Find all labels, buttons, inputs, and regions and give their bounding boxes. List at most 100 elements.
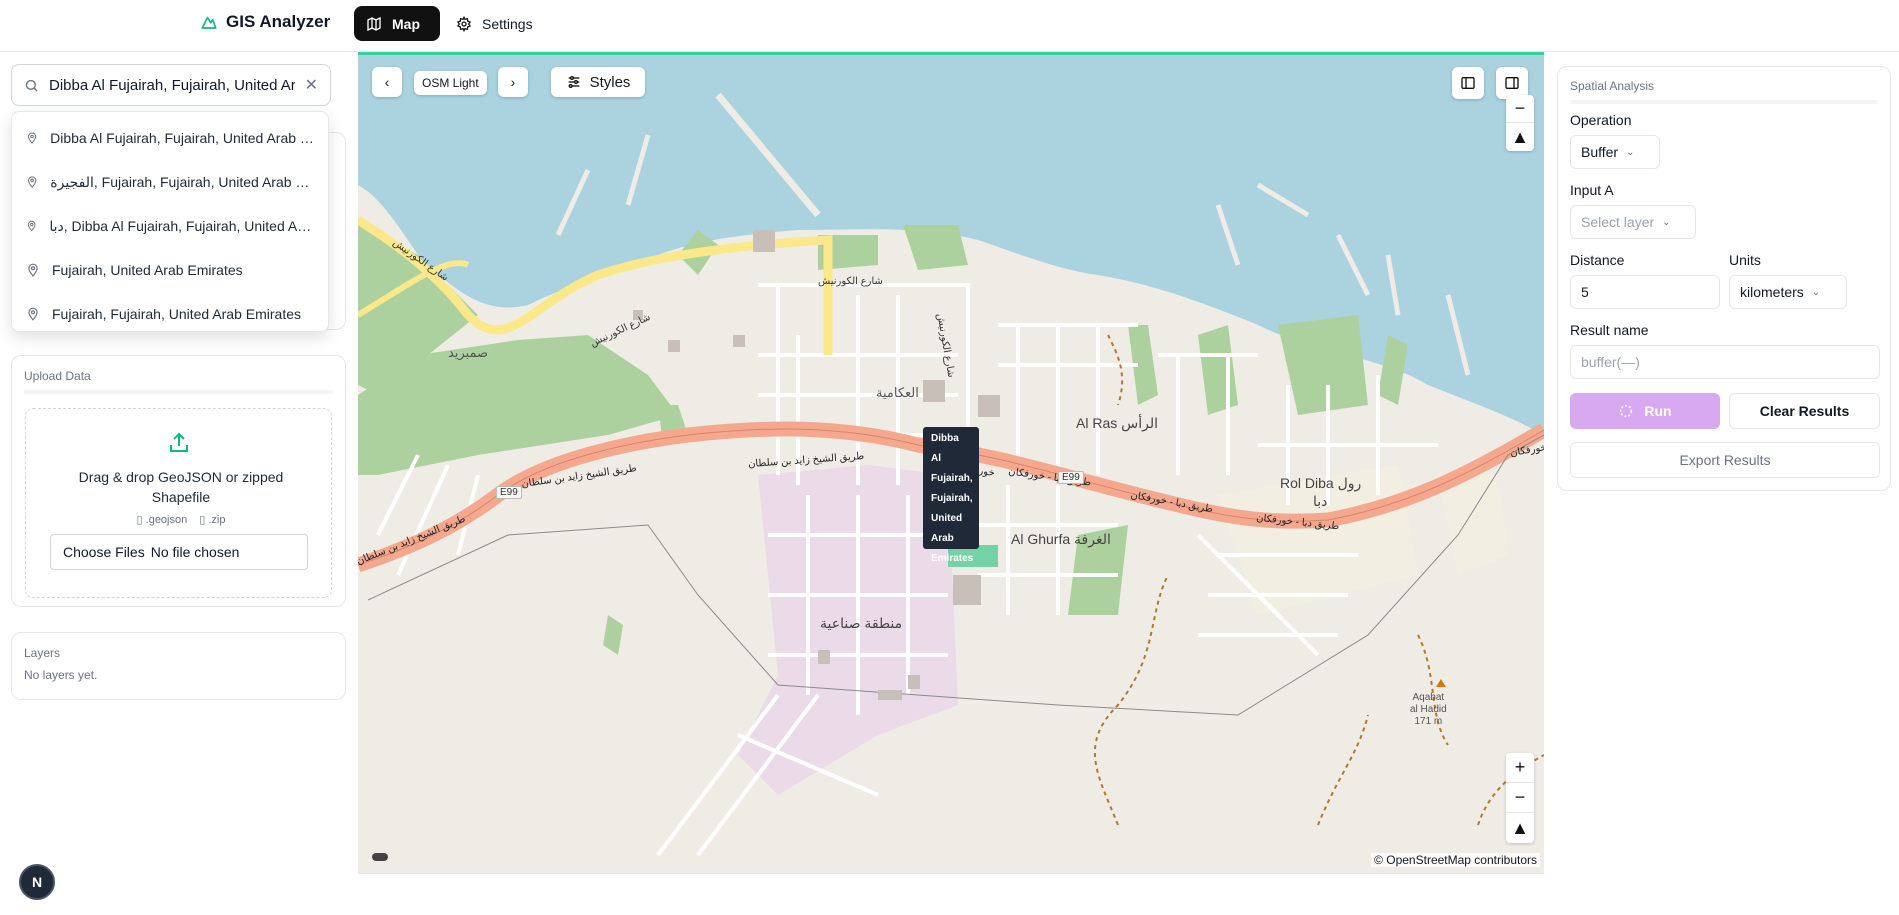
nav-settings-button[interactable]: Settings	[444, 6, 552, 41]
nav-map-label: Map	[392, 15, 420, 32]
peak-label: Aqabat al Hadid 171 m	[1410, 692, 1447, 727]
format-geojson: ▯ .geojson	[136, 514, 188, 526]
location-tooltip: Dibba Al Fujairah, Fujairah, United Arab…	[923, 427, 979, 564]
panel-left-icon	[1461, 77, 1475, 89]
top-bar: GIS Analyzer Map Settings	[0, 0, 1899, 52]
map-footer	[358, 873, 1544, 915]
sliders-icon	[568, 76, 579, 88]
map-label-place: منطقة صناعية	[820, 615, 903, 631]
compass-button[interactable]: ▲	[1506, 813, 1534, 843]
distance-value: 5	[1581, 284, 1589, 300]
upload-card: Upload Data Drag & drop GeoJSON or zippe…	[11, 355, 346, 607]
gear-icon	[457, 15, 471, 32]
zoom-controls: + − ▲	[1506, 753, 1534, 843]
location-search-input[interactable]: Dibba Al Fujairah, Fujairah, United Arab…	[11, 64, 331, 106]
route-shield: E99	[496, 486, 522, 499]
zoom-out-button[interactable]: −	[1506, 783, 1534, 813]
map-icon	[367, 16, 381, 31]
layers-card: Layers No layers yet.	[11, 632, 346, 700]
file-input[interactable]: Choose Files No file chosen	[50, 534, 308, 570]
chevron-left-icon: ‹	[384, 74, 390, 90]
units-select[interactable]: kilometers ⌄	[1729, 275, 1847, 309]
file-dropzone[interactable]: Drag & drop GeoJSON or zipped Shapefile …	[25, 408, 332, 598]
avatar[interactable]: N	[19, 864, 55, 900]
suggestion-item[interactable]: Fujairah, United Arab Emirates	[12, 248, 328, 292]
upload-icon	[170, 432, 188, 452]
input-a-placeholder: Select layer	[1581, 214, 1655, 230]
search-value: Dibba Al Fujairah, Fujairah, United Arab…	[49, 76, 295, 94]
previous-style-button[interactable]: ‹	[372, 67, 402, 97]
current-style-label: OSM Light	[414, 71, 487, 95]
panel-right-icon	[1505, 77, 1519, 89]
clear-results-button[interactable]: Clear Results	[1729, 393, 1880, 429]
suggestion-label: Fujairah, United Arab Emirates	[52, 262, 243, 278]
zoom-out-button[interactable]: −	[1506, 95, 1534, 124]
distance-input[interactable]: 5	[1570, 275, 1720, 309]
styles-button[interactable]: Styles	[551, 67, 645, 97]
choose-files-button[interactable]: Choose Files	[63, 544, 145, 560]
suggestion-item[interactable]: Dibba Al Fujairah, Fujairah, United Arab…	[12, 116, 328, 160]
zoom-controls-top: − ▲	[1506, 95, 1534, 151]
accepted-formats: ▯ .geojson ▯ .zip	[126, 513, 236, 526]
app-title: GIS Analyzer	[226, 12, 331, 31]
map-pin-icon	[28, 307, 38, 321]
suggestion-label: Fujairah, Fujairah, United Arab Emirates	[52, 306, 301, 322]
analysis-title: Spatial Analysis	[1570, 79, 1655, 93]
map-label-place: صمبريد	[448, 345, 489, 360]
map-canvas[interactable]: شارع الكورنيش شارع الكورنيش شارع الكورني…	[358, 52, 1544, 873]
operation-select[interactable]: Buffer ⌄	[1570, 135, 1660, 169]
file-status: No file chosen	[150, 544, 240, 560]
map-label-place: Al Ghurfa الغرفة	[1011, 531, 1111, 547]
map-label-street: شارع الكورنيش	[818, 276, 883, 287]
left-sidebar: Dibba Al Fujairah, Fujairah, United Arab…	[0, 52, 358, 915]
result-name-input[interactable]: buffer(—)	[1570, 345, 1880, 379]
styles-label: Styles	[589, 73, 631, 91]
divider	[24, 390, 333, 394]
map-pin-icon	[28, 132, 37, 144]
compass-button[interactable]: ▲	[1506, 123, 1534, 151]
mountain-logo-icon	[201, 16, 217, 29]
map-label-place: العكامية	[876, 385, 919, 400]
input-a-label: Input A	[1570, 182, 1614, 198]
export-results-button[interactable]: Export Results	[1570, 442, 1880, 478]
result-name-label: Result name	[1570, 322, 1649, 338]
search-icon	[25, 79, 38, 92]
suggestion-item[interactable]: Fujairah, Fujairah, United Arab Emirates	[12, 292, 328, 336]
layers-empty-message: No layers yet.	[24, 668, 98, 682]
nav-settings-label: Settings	[482, 15, 533, 32]
brand[interactable]: GIS Analyzer	[200, 12, 330, 32]
toggle-left-panel-button[interactable]	[1452, 67, 1484, 99]
suggestion-label: دبا, Dibba Al Fujairah, Fujairah, United…	[49, 217, 314, 234]
spinner-icon	[1620, 404, 1633, 418]
run-button[interactable]: Run	[1570, 393, 1720, 429]
search-suggestions: Dibba Al Fujairah, Fujairah, United Arab…	[11, 111, 329, 332]
route-shield: E99	[1058, 471, 1084, 484]
suggestion-item[interactable]: دبا, Dibba Al Fujairah, Fujairah, United…	[12, 204, 328, 248]
spatial-analysis-panel: Spatial Analysis Operation Buffer ⌄ Inpu…	[1557, 66, 1891, 491]
input-a-select[interactable]: Select layer ⌄	[1570, 205, 1696, 239]
scale-handle[interactable]	[372, 853, 388, 861]
units-label: Units	[1729, 252, 1761, 268]
format-zip: ▯ .zip	[199, 514, 226, 526]
dropzone-instructions: Drag & drop GeoJSON or zipped Shapefile	[78, 469, 284, 505]
next-style-button[interactable]: ›	[498, 67, 528, 97]
chevron-down-icon: ⌄	[1662, 216, 1671, 228]
close-icon[interactable]: ✕	[305, 75, 318, 95]
suggestion-label: الفجيرة, Fujairah, Fujairah, United Arab…	[50, 173, 314, 190]
operation-label: Operation	[1570, 112, 1632, 128]
chevron-right-icon: ›	[510, 74, 516, 90]
suggestion-item[interactable]: الفجيرة, Fujairah, Fujairah, United Arab…	[12, 160, 328, 204]
map-attribution[interactable]: © OpenStreetMap contributors	[1371, 853, 1540, 867]
chevron-down-icon: ⌄	[1811, 286, 1821, 298]
layers-title: Layers	[24, 646, 61, 660]
peak-marker-icon	[1436, 679, 1446, 687]
divider	[1570, 100, 1878, 104]
chevron-down-icon: ⌄	[1626, 146, 1635, 158]
compass-icon: ▲	[1511, 817, 1529, 838]
map-pin-icon	[28, 263, 38, 277]
zoom-in-button[interactable]: +	[1506, 753, 1534, 783]
nav-map-button[interactable]: Map	[354, 6, 440, 41]
run-label: Run	[1644, 403, 1672, 419]
map-label-place: Rol Diba رول	[1280, 475, 1362, 491]
distance-label: Distance	[1570, 252, 1625, 268]
